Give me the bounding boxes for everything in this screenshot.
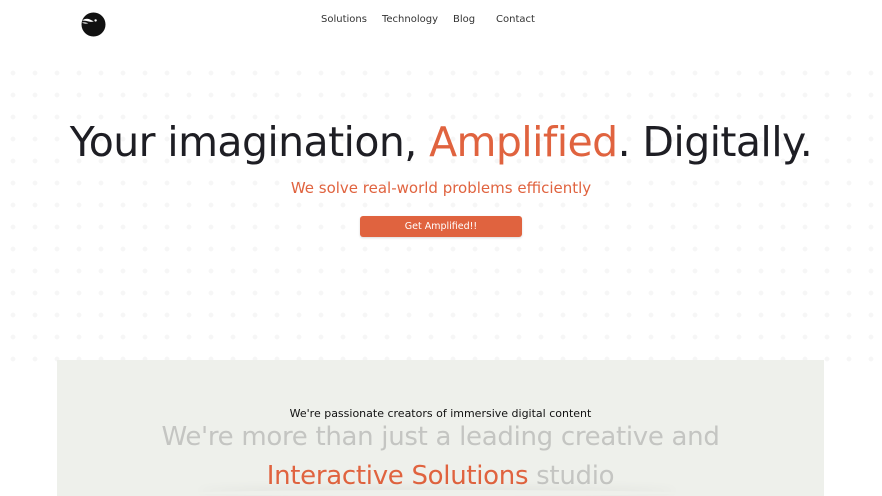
hero-title: Your imagination, Amplified. Digitally. [0, 118, 882, 166]
nav-links: Solutions Technology Blog Contact [0, 14, 882, 30]
nav-link-technology[interactable]: Technology [382, 14, 438, 25]
top-navigation: Solutions Technology Blog Contact [0, 0, 882, 48]
about-section: We're passionate creators of immersive d… [57, 360, 824, 496]
about-headline-suffix: studio [528, 461, 615, 491]
hero-title-prefix: Your imagination, [69, 118, 430, 166]
nav-link-blog[interactable]: Blog [453, 14, 475, 25]
nav-link-contact[interactable]: Contact [496, 14, 535, 25]
about-eyebrow: We're passionate creators of immersive d… [289, 407, 592, 420]
hero-title-accent: Amplified [429, 118, 618, 166]
hero-title-suffix: . Digitally. [617, 118, 813, 166]
nav-link-solutions[interactable]: Solutions [321, 14, 367, 25]
about-headline-line-1: We're more than just a leading creative … [161, 422, 720, 452]
about-headline-line-2: Interactive Solutions studio [57, 461, 824, 491]
dotted-background [0, 62, 882, 362]
card-shadow [197, 490, 677, 496]
hero-subtitle: We solve real-world problems efficiently [290, 179, 592, 197]
about-headline-accent: Interactive Solutions [266, 461, 529, 491]
get-amplified-button[interactable]: Get Amplified!! [360, 216, 522, 237]
